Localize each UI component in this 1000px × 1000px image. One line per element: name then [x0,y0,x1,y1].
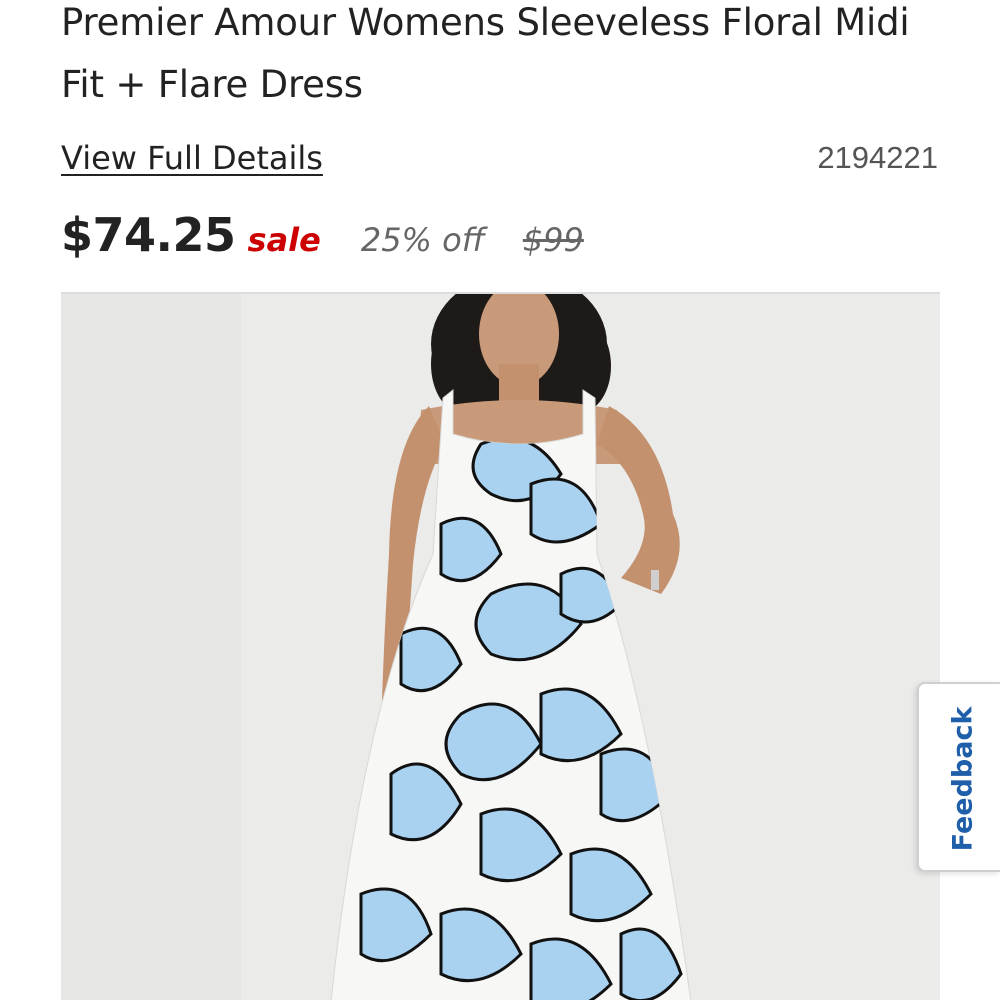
sale-price: $74.25 [61,208,236,262]
view-full-details-link[interactable]: View Full Details [61,139,323,177]
dress-model-image [61,294,940,1000]
feedback-label: Feedback [947,706,979,852]
details-row: View Full Details 2194221 [61,136,938,180]
product-sku: 2194221 [817,140,938,175]
product-page: Premier Amour Womens Sleeveless Floral M… [0,0,1000,1000]
sale-label: sale [247,221,321,259]
product-title: Premier Amour Womens Sleeveless Floral M… [61,1,910,106]
discount-label: 25% off [360,221,485,259]
original-price: $99 [522,221,584,259]
product-image[interactable] [61,292,940,1000]
price-row: $74.25 sale 25% off $99 [61,208,584,278]
feedback-tab[interactable]: Feedback [917,682,1000,872]
